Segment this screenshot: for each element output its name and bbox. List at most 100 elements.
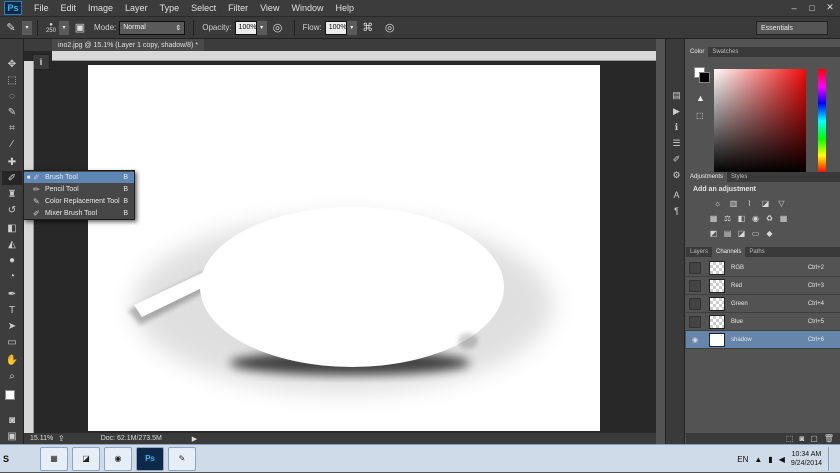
menu-layer[interactable]: Layer (119, 3, 154, 13)
warning-icon[interactable]: ▲ (696, 93, 705, 103)
status-menu-arrow-icon[interactable]: ▶ (192, 435, 197, 443)
image-canvas[interactable] (88, 65, 600, 431)
opacity-slider-dropdown[interactable]: ▾ (256, 20, 267, 35)
channel-row-green[interactable]: Green Ctrl+4 (686, 295, 840, 313)
menu-file[interactable]: File (28, 3, 55, 13)
pressure-opacity-icon[interactable]: ◎ (270, 20, 286, 36)
opacity-input[interactable]: 100% (234, 20, 257, 35)
airbrush-icon[interactable]: ⌘ (360, 20, 376, 36)
vibrance-icon[interactable]: ▽ (776, 198, 787, 208)
taskbar-chrome-icon[interactable]: ◉ (104, 446, 132, 471)
share-icon[interactable]: ⇪ (58, 434, 65, 443)
curves-icon[interactable]: ⌇ (744, 198, 755, 208)
color-spectrum-field[interactable] (714, 69, 806, 173)
hue-slider[interactable] (818, 69, 826, 173)
history-brush-tool-icon[interactable]: ↺ (2, 203, 22, 217)
gradient-map-icon[interactable]: ▭ (750, 228, 761, 238)
blur-tool-icon[interactable]: ● (2, 253, 22, 267)
taskbar-office-icon[interactable]: ◪ (72, 446, 100, 471)
photo-filter-icon[interactable]: ◉ (750, 213, 761, 223)
eye-icon[interactable]: ◉ (689, 333, 701, 346)
color-background-swatch[interactable] (699, 72, 710, 83)
language-indicator[interactable]: EN (737, 455, 748, 464)
path-selection-tool-icon[interactable]: ➤ (2, 319, 22, 333)
menu-image[interactable]: Image (82, 3, 119, 13)
tool-preset-dropdown[interactable]: ▾ (22, 20, 32, 35)
show-desktop-button[interactable] (828, 447, 836, 471)
flow-input[interactable]: 100% (324, 20, 347, 35)
healing-brush-tool-icon[interactable]: ✚ (2, 155, 22, 169)
document-tab[interactable]: ino2.jpg @ 15.1% (Layer 1 copy, shadow/8… (52, 39, 205, 51)
visibility-toggle[interactable] (689, 261, 701, 274)
paragraph-icon[interactable]: ¶ (670, 205, 683, 217)
trash-icon[interactable]: 🗑 (824, 434, 834, 443)
flyout-mixer-brush-tool[interactable]: ✐ Mixer Brush Tool B (24, 208, 134, 219)
tab-paths[interactable]: Paths (745, 247, 768, 257)
foreground-swatch[interactable] (5, 390, 15, 400)
taskbar-explorer-icon[interactable]: ▦ (40, 446, 68, 471)
lasso-tool-icon[interactable]: ◌ (2, 89, 22, 103)
new-channel-icon[interactable]: ▢ (810, 434, 818, 443)
hue-saturation-icon[interactable]: ▦ (708, 213, 719, 223)
selective-color-icon[interactable]: ◆ (764, 228, 775, 238)
exposure-icon[interactable]: ◪ (760, 198, 771, 208)
visibility-toggle[interactable] (689, 297, 701, 310)
mode-select[interactable]: Normal ⇕ (119, 20, 186, 35)
color-balance-icon[interactable]: ⚖ (722, 213, 733, 223)
menu-window[interactable]: Window (285, 3, 329, 13)
hand-tool-icon[interactable]: ✋ (2, 353, 22, 367)
menu-filter[interactable]: Filter (222, 3, 254, 13)
tab-adjustments[interactable]: Adjustments (686, 172, 728, 182)
taskbar-photoshop-icon[interactable]: Ps (136, 446, 164, 471)
pressure-size-icon[interactable]: ◎ (382, 20, 398, 36)
volume-icon[interactable]: ◀ (779, 455, 785, 464)
load-selection-icon[interactable]: ⬚ (786, 434, 794, 443)
flyout-pencil-tool[interactable]: ✏ Pencil Tool B (24, 184, 134, 195)
show-hidden-icons-icon[interactable]: ▲ (754, 455, 762, 464)
invert-icon[interactable]: ◩ (708, 228, 719, 238)
brush-size-picker[interactable]: ● 250 (43, 22, 59, 34)
swap-colors-icon[interactable]: ⬚ (696, 111, 704, 120)
channel-row-blue[interactable]: Blue Ctrl+5 (686, 313, 840, 331)
flyout-brush-tool[interactable]: ■ ✐ Brush Tool B (24, 172, 134, 183)
quick-select-tool-icon[interactable]: ✎ (2, 105, 22, 119)
crop-tool-icon[interactable]: ⌗ (2, 121, 22, 135)
dodge-tool-icon[interactable]: ◔ (2, 269, 22, 283)
clock[interactable]: 10:34 AM 9/24/2014 (791, 450, 822, 468)
threshold-icon[interactable]: ◪ (736, 228, 747, 238)
channel-row-red[interactable]: Red Ctrl+3 (686, 277, 840, 295)
channel-row-shadow[interactable]: ◉ shadow Ctrl+6 (686, 331, 840, 349)
character-icon[interactable]: A (670, 189, 683, 201)
flyout-color-replacement-tool[interactable]: ✎ Color Replacement Tool B (24, 196, 134, 207)
tab-channels[interactable]: Channels (712, 247, 746, 257)
levels-icon[interactable]: ▥ (728, 198, 739, 208)
info-panel-icon[interactable]: ℹ (670, 121, 683, 133)
properties-icon[interactable]: ☰ (670, 137, 683, 149)
history-icon[interactable]: ▤ (670, 89, 683, 101)
close-button[interactable]: ✕ (822, 1, 838, 14)
zoom-tool-icon[interactable]: ⌕ (2, 369, 22, 383)
visibility-toggle[interactable] (689, 315, 701, 328)
menu-help[interactable]: Help (329, 3, 360, 13)
posterize-icon[interactable]: ▤ (722, 228, 733, 238)
move-tool-icon[interactable]: ✥ (2, 57, 22, 71)
quick-mask-icon[interactable]: ◙ (2, 413, 22, 427)
brush-panel-toggle-icon[interactable]: ▣ (72, 20, 88, 36)
save-selection-icon[interactable]: ◙ (799, 434, 804, 443)
tab-swatches[interactable]: Swatches (708, 47, 742, 57)
zoom-level[interactable]: 15.11% (30, 435, 54, 442)
minimize-button[interactable]: – (786, 1, 802, 14)
start-button[interactable]: S (0, 446, 40, 472)
maximize-button[interactable]: □ (804, 1, 820, 14)
shape-tool-icon[interactable]: ▭ (2, 335, 22, 349)
network-icon[interactable]: ▮ (768, 455, 772, 464)
channel-row-rgb[interactable]: RGB Ctrl+2 (686, 259, 840, 277)
brush-preset-icon[interactable]: ✎ (3, 20, 19, 36)
tab-color[interactable]: Color (686, 47, 709, 57)
brightness-contrast-icon[interactable]: ☼ (712, 198, 723, 208)
tab-styles[interactable]: Styles (727, 172, 751, 182)
info-icon[interactable]: i (32, 54, 50, 70)
eyedropper-tool-icon[interactable]: ⁄ (2, 137, 22, 151)
visibility-toggle[interactable] (689, 279, 701, 292)
clone-stamp-tool-icon[interactable]: ♜ (2, 187, 22, 201)
